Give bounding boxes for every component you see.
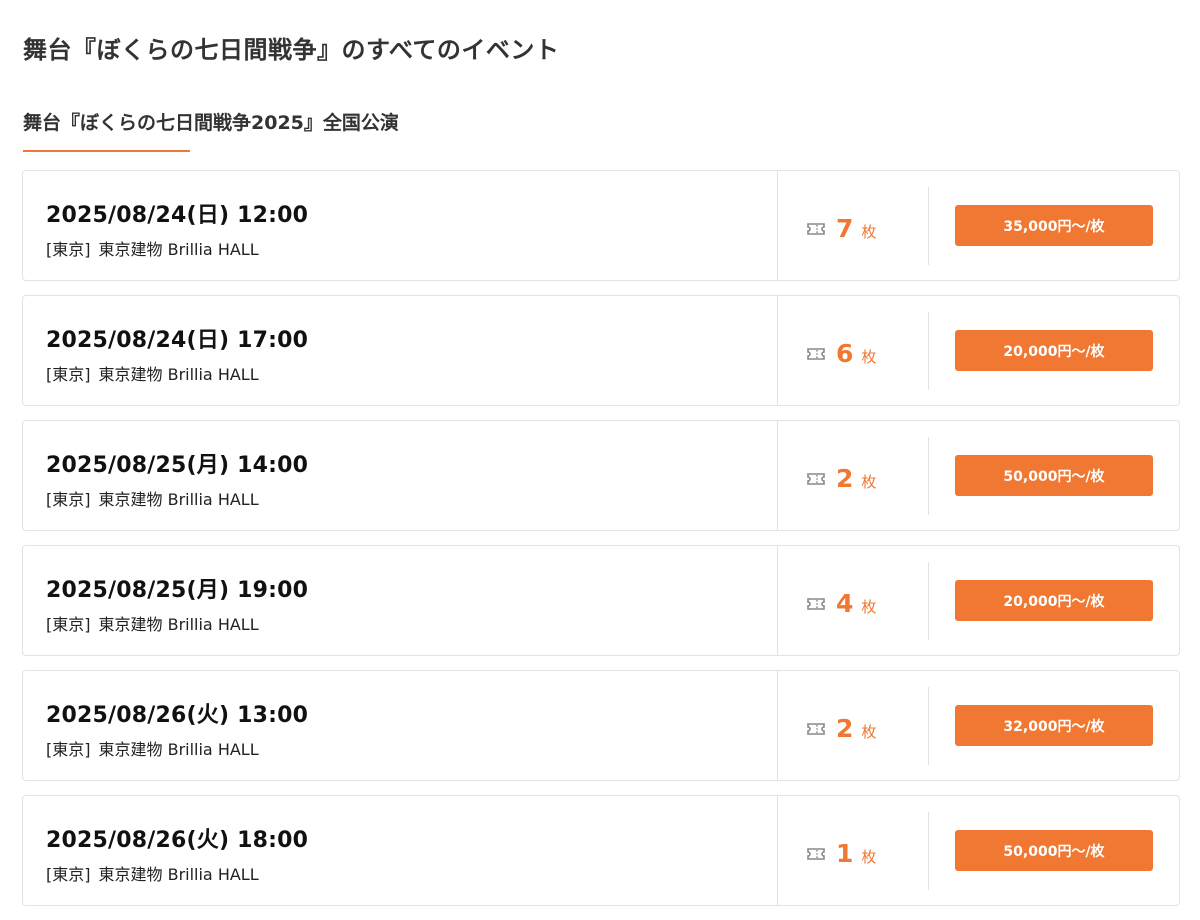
price-button[interactable]: 20,000円〜/枚 [955, 330, 1153, 371]
event-info: 2025/08/24(日) 17:00 [東京] 東京建物 Brillia HAL… [23, 296, 778, 405]
price-area: 20,000円〜/枚 [928, 296, 1179, 405]
event-card[interactable]: 2025/08/25(月) 19:00 [東京] 東京建物 Brillia HAL… [22, 545, 1180, 656]
event-venue: [東京] 東京建物 Brillia HALL [46, 486, 777, 510]
event-info: 2025/08/25(月) 14:00 [東京] 東京建物 Brillia HAL… [23, 421, 778, 530]
event-area: [東京] [46, 365, 91, 384]
event-area: [東京] [46, 490, 91, 509]
column-divider [928, 187, 929, 265]
stock-count: 1 [836, 839, 854, 868]
event-area: [東京] [46, 240, 91, 259]
stock-count: 2 [836, 464, 854, 493]
ticket-stock: 2 枚 [778, 421, 928, 530]
column-divider [928, 812, 929, 890]
ticket-icon [807, 347, 825, 360]
event-venue-name: 東京建物 Brillia HALL [98, 740, 259, 759]
stock-unit: 枚 [861, 598, 877, 616]
section-underline [23, 150, 190, 152]
event-area: [東京] [46, 615, 91, 634]
column-divider [928, 562, 929, 640]
event-venue: [東京] 東京建物 Brillia HALL [46, 611, 777, 635]
column-divider [928, 437, 929, 515]
price-area: 50,000円〜/枚 [928, 421, 1179, 530]
event-date: 2025/08/25(月) 14:00 [46, 453, 309, 478]
event-card[interactable]: 2025/08/25(月) 14:00 [東京] 東京建物 Brillia HAL… [22, 420, 1180, 531]
stock-count: 2 [836, 714, 854, 743]
column-divider [928, 312, 929, 390]
ticket-icon [807, 222, 825, 235]
stock-unit: 枚 [861, 848, 877, 866]
event-venue: [東京] 東京建物 Brillia HALL [46, 861, 777, 885]
event-date: 2025/08/24(日) 12:00 [46, 203, 309, 228]
ticket-stock: 4 枚 [778, 546, 928, 655]
event-venue-name: 東京建物 Brillia HALL [98, 615, 259, 634]
event-list: 2025/08/24(日) 12:00 [東京] 東京建物 Brillia HAL… [22, 170, 1180, 920]
event-venue-name: 東京建物 Brillia HALL [98, 365, 259, 384]
event-venue: [東京] 東京建物 Brillia HALL [46, 736, 777, 760]
ticket-stock: 2 枚 [778, 671, 928, 780]
price-area: 20,000円〜/枚 [928, 546, 1179, 655]
page-title: 舞台『ぼくらの七日間戦争』のすべてのイベント [23, 36, 560, 64]
price-area: 32,000円〜/枚 [928, 671, 1179, 780]
event-date: 2025/08/26(火) 18:00 [46, 828, 309, 853]
ticket-icon [807, 472, 825, 485]
ticket-stock: 6 枚 [778, 296, 928, 405]
event-area: [東京] [46, 740, 91, 759]
event-info: 2025/08/25(月) 19:00 [東京] 東京建物 Brillia HAL… [23, 546, 778, 655]
price-area: 35,000円〜/枚 [928, 171, 1179, 280]
stock-unit: 枚 [861, 223, 877, 241]
stock-count: 4 [836, 589, 854, 618]
event-area: [東京] [46, 865, 91, 884]
event-date: 2025/08/26(火) 13:00 [46, 703, 309, 728]
ticket-icon [807, 847, 825, 860]
event-date: 2025/08/25(月) 19:00 [46, 578, 309, 603]
event-card[interactable]: 2025/08/24(日) 12:00 [東京] 東京建物 Brillia HAL… [22, 170, 1180, 281]
event-card[interactable]: 2025/08/26(火) 13:00 [東京] 東京建物 Brillia HAL… [22, 670, 1180, 781]
event-date: 2025/08/24(日) 17:00 [46, 328, 309, 353]
stock-count: 6 [836, 339, 854, 368]
event-venue: [東京] 東京建物 Brillia HALL [46, 236, 777, 260]
event-card[interactable]: 2025/08/26(火) 18:00 [東京] 東京建物 Brillia HAL… [22, 795, 1180, 906]
price-button[interactable]: 50,000円〜/枚 [955, 830, 1153, 871]
ticket-icon [807, 597, 825, 610]
ticket-stock: 7 枚 [778, 171, 928, 280]
event-info: 2025/08/26(火) 13:00 [東京] 東京建物 Brillia HAL… [23, 671, 778, 780]
price-area: 50,000円〜/枚 [928, 796, 1179, 905]
ticket-stock: 1 枚 [778, 796, 928, 905]
event-venue-name: 東京建物 Brillia HALL [98, 240, 259, 259]
stock-unit: 枚 [861, 348, 877, 366]
stock-unit: 枚 [861, 723, 877, 741]
price-button[interactable]: 32,000円〜/枚 [955, 705, 1153, 746]
event-venue-name: 東京建物 Brillia HALL [98, 490, 259, 509]
ticket-icon [807, 722, 825, 735]
event-venue-name: 東京建物 Brillia HALL [98, 865, 259, 884]
event-venue: [東京] 東京建物 Brillia HALL [46, 361, 777, 385]
event-card[interactable]: 2025/08/24(日) 17:00 [東京] 東京建物 Brillia HAL… [22, 295, 1180, 406]
price-button[interactable]: 20,000円〜/枚 [955, 580, 1153, 621]
column-divider [928, 687, 929, 765]
stock-unit: 枚 [861, 473, 877, 491]
price-button[interactable]: 50,000円〜/枚 [955, 455, 1153, 496]
price-button[interactable]: 35,000円〜/枚 [955, 205, 1153, 246]
event-info: 2025/08/26(火) 18:00 [東京] 東京建物 Brillia HAL… [23, 796, 778, 905]
stock-count: 7 [836, 214, 854, 243]
section-title: 舞台『ぼくらの七日間戦争2025』全国公演 [23, 112, 399, 134]
event-info: 2025/08/24(日) 12:00 [東京] 東京建物 Brillia HAL… [23, 171, 778, 280]
